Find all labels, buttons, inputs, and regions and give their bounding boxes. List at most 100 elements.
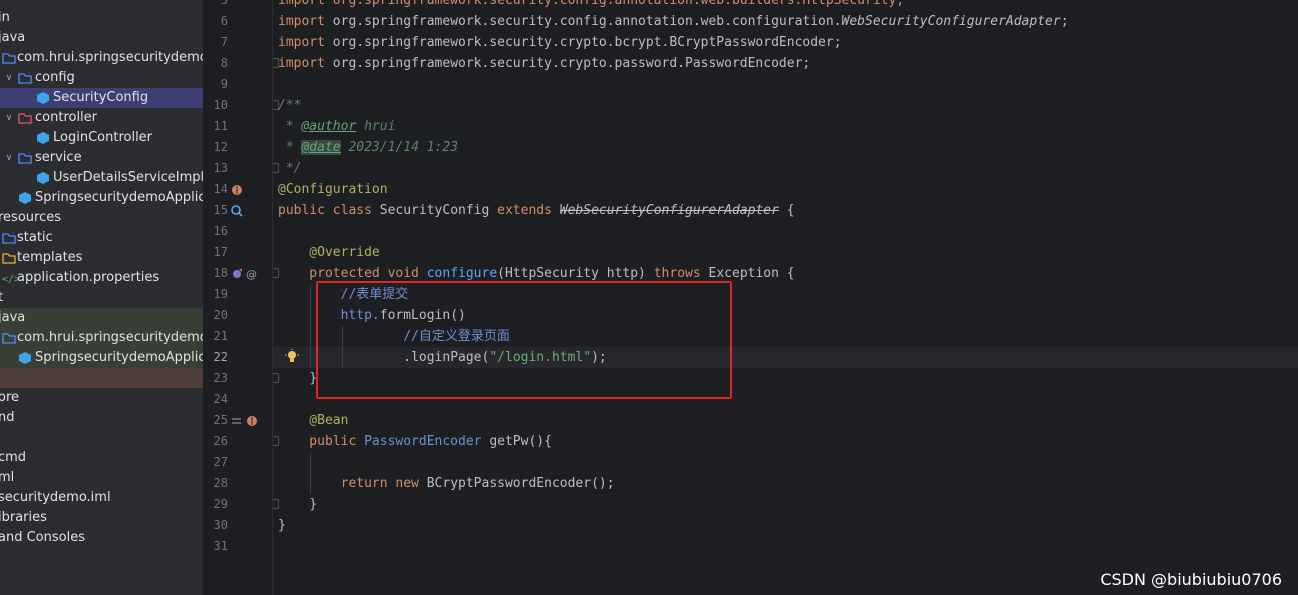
code-line-22[interactable]: .loginPage("/login.html"); (278, 347, 607, 368)
code-line-7[interactable]: import org.springframework.security.cryp… (278, 32, 842, 53)
line-number[interactable]: 6 (204, 11, 228, 32)
line-number[interactable]: 12 (204, 137, 228, 158)
code-token: //表单提交 (278, 287, 409, 302)
tree-item[interactable]: com.hrui.springsecuritydemo (0, 48, 203, 68)
line-number[interactable]: 29 (204, 494, 228, 515)
line-number[interactable]: 18 (204, 263, 228, 284)
line-number[interactable]: 28 (204, 473, 228, 494)
code-token: extends (497, 203, 560, 218)
code-editor[interactable]: import org.springframework.security.conf… (273, 0, 1298, 595)
editor-gutter[interactable]: 5 6 7 8 9 10 11 12 13 14 15 16 17 18 19 20 21 22 23 24 25 26 2… (204, 0, 273, 595)
tree-item[interactable]: resources (0, 208, 203, 228)
tree-item[interactable]: securitydemo.iml (0, 488, 203, 508)
tree-item-label: templates (17, 250, 83, 265)
tree-item[interactable]: SpringsecuritydemoApplicati (0, 188, 203, 208)
line-number[interactable]: 31 (204, 536, 228, 557)
tree-item[interactable]: UserDetailsServiceImpl (0, 168, 203, 188)
line-number[interactable]: 16 (204, 221, 228, 242)
code-line-12[interactable]: * @date 2023/1/14 1:23 (278, 137, 458, 158)
line-number[interactable]: 20 (204, 305, 228, 326)
tree-item[interactable]: java (0, 28, 203, 48)
code-token: WebSecurityConfigurerAdapter (841, 14, 1061, 29)
code-line-18[interactable]: protected void configure(HttpSecurity ht… (278, 263, 794, 284)
tree-item-label: com.hrui.springsecuritydemo (17, 50, 204, 65)
code-token: (); (591, 476, 615, 491)
tree-item[interactable] (0, 428, 203, 448)
properties-icon: </> (2, 271, 20, 285)
lightbulb-icon[interactable] (285, 349, 299, 365)
line-number[interactable]: 8 (204, 53, 228, 74)
chevron-down-icon[interactable]: ∨ (4, 108, 14, 128)
tree-item[interactable]: LoginController (0, 128, 203, 148)
tree-item[interactable]: static (0, 228, 203, 248)
code-line-28[interactable]: return new BCryptPasswordEncoder(); (278, 473, 615, 494)
tree-item[interactable]: and Consoles (0, 528, 203, 548)
tree-item[interactable]: java (0, 308, 203, 328)
bean-icon[interactable] (246, 415, 258, 427)
code-line-19[interactable]: //表单提交 (278, 284, 409, 305)
tree-item[interactable] (0, 368, 203, 388)
line-number[interactable]: 17 (204, 242, 228, 263)
code-line-5[interactable]: import org.springframework.security.conf… (278, 0, 904, 11)
line-number[interactable]: 19 (204, 284, 228, 305)
override-icon[interactable] (231, 268, 243, 280)
line-number[interactable]: 25 (204, 410, 228, 431)
chevron-down-icon[interactable]: ∨ (4, 68, 14, 88)
code-token: org.springframework.security.crypto.bcry… (332, 35, 842, 50)
tree-item[interactable]: templates (0, 248, 203, 268)
tree-item-label: ml (0, 470, 15, 485)
tree-item[interactable]: ibraries (0, 508, 203, 528)
line-number[interactable]: 15 (204, 200, 228, 221)
tree-item[interactable]: com.hrui.springsecuritydemo (0, 328, 203, 348)
navigate-icon[interactable] (231, 415, 243, 427)
bean-icon[interactable] (231, 184, 243, 196)
code-line-15[interactable]: public class SecurityConfig extends WebS… (278, 200, 795, 221)
code-line-13[interactable]: */ (278, 158, 302, 179)
code-line-29[interactable]: } (278, 494, 317, 515)
line-number[interactable]: 9 (204, 74, 228, 95)
code-line-17[interactable]: @Override (278, 242, 379, 263)
line-number[interactable]: 11 (204, 116, 228, 137)
line-number[interactable]: 27 (204, 452, 228, 473)
code-line-8[interactable]: import org.springframework.security.cryp… (278, 53, 810, 74)
project-tree[interactable]: injavacom.hrui.springsecuritydemo∨config… (0, 0, 204, 595)
tree-item[interactable]: ∨ service (0, 148, 203, 168)
code-line-6[interactable]: import org.springframework.security.conf… (278, 11, 1069, 32)
line-number[interactable]: 7 (204, 32, 228, 53)
line-number[interactable]: 5 (204, 0, 228, 11)
code-line-25[interactable]: @Bean (278, 410, 348, 431)
code-token: import (278, 14, 333, 29)
tree-item[interactable]: ore (0, 388, 203, 408)
line-number[interactable]: 13 (204, 158, 228, 179)
code-line-10[interactable]: /** (278, 95, 301, 116)
line-number[interactable]: 24 (204, 389, 228, 410)
code-line-26[interactable]: public PasswordEncoder getPw(){ (278, 431, 552, 452)
code-line-30[interactable]: } (278, 515, 286, 536)
code-line-20[interactable]: http.formLogin() (278, 305, 466, 326)
spring-search-icon[interactable] (231, 205, 243, 217)
tree-item[interactable]: nd (0, 408, 203, 428)
line-number[interactable]: 21 (204, 326, 228, 347)
line-number[interactable]: 26 (204, 431, 228, 452)
tree-item[interactable]: t (0, 288, 203, 308)
code-line-21[interactable]: //自定义登录页面 (278, 326, 510, 347)
tree-item[interactable]: ml (0, 468, 203, 488)
code-token: return new (278, 476, 427, 491)
tree-item[interactable]: in (0, 8, 203, 28)
code-line-11[interactable]: * @author hrui (278, 116, 396, 137)
tree-item[interactable]: ∨ config (0, 68, 203, 88)
tree-item[interactable]: </>application.properties (0, 268, 203, 288)
line-number[interactable]: 14 (204, 179, 228, 200)
code-line-14[interactable]: @Configuration (278, 179, 388, 200)
line-number[interactable]: 10 (204, 95, 228, 116)
tree-item[interactable]: cmd (0, 448, 203, 468)
line-number[interactable]: 23 (204, 368, 228, 389)
at-icon[interactable]: @ (246, 268, 258, 280)
line-number[interactable]: 22 (204, 347, 228, 368)
tree-item[interactable]: SpringsecuritydemoApplicati (0, 348, 203, 368)
line-number[interactable]: 30 (204, 515, 228, 536)
tree-item[interactable]: ∨ controller (0, 108, 203, 128)
chevron-down-icon[interactable]: ∨ (4, 148, 14, 168)
code-line-23[interactable]: } (278, 368, 317, 389)
tree-item[interactable]: SecurityConfig (0, 88, 203, 108)
